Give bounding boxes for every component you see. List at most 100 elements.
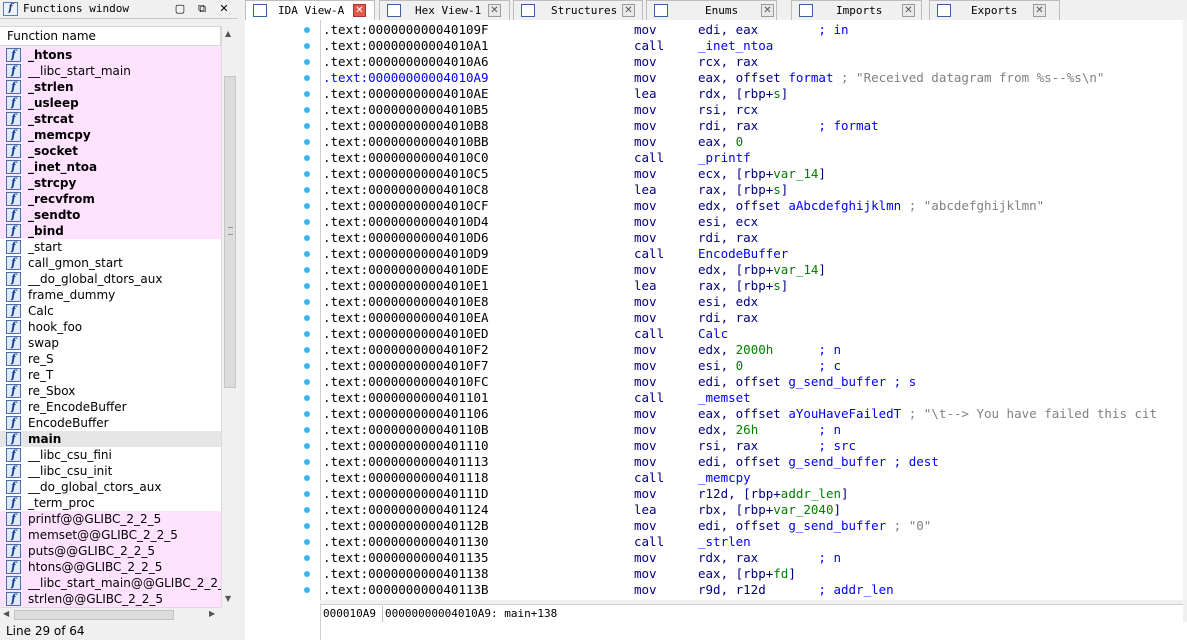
breakpoint-dot-icon[interactable] <box>304 507 310 513</box>
code-line[interactable]: .text:0000000000401118 call _memcpy <box>323 470 1183 486</box>
close-icon[interactable]: ✕ <box>216 1 232 17</box>
disassembly-listing[interactable]: .text:000000000040109F mov edi, eax ; in .t… <box>320 20 1183 600</box>
close-tab-icon[interactable]: ✕ <box>761 4 774 17</box>
function-list-item[interactable]: f swap <box>0 335 221 351</box>
breakpoint-dot-icon[interactable] <box>304 427 310 433</box>
code-line[interactable]: .text:00000000004010D6 mov rdi, rax <box>323 230 1183 246</box>
hscroll-thumb[interactable] <box>14 610 174 620</box>
code-line[interactable]: .text:0000000000401106 mov eax, offset aYo… <box>323 406 1183 422</box>
breakpoint-dot-icon[interactable] <box>304 347 310 353</box>
breakpoint-dot-icon[interactable] <box>304 203 310 209</box>
function-list-item[interactable]: f _term_proc <box>0 495 221 511</box>
function-list-item[interactable]: f _strcat <box>0 111 221 127</box>
code-operand-part[interactable]: aYouHaveFailedT <box>788 406 901 421</box>
function-list-item[interactable]: f __libc_csu_init <box>0 463 221 479</box>
breakpoint-dot-icon[interactable] <box>304 395 310 401</box>
code-operand-part[interactable]: g_send_buffer <box>788 518 886 533</box>
code-operand-part[interactable]: g_send_buffer <box>788 374 886 389</box>
breakpoint-dot-icon[interactable] <box>304 139 310 145</box>
scroll-thumb[interactable] <box>224 76 236 388</box>
breakpoint-dot-icon[interactable] <box>304 123 310 129</box>
code-operand-part[interactable]: _memset <box>698 390 751 405</box>
functions-list[interactable]: f _htons f __libc_start_main f _strlen f _uslee… <box>0 47 221 607</box>
function-list-item[interactable]: f strlen@@GLIBC_2_2_5 <box>0 591 221 607</box>
function-list-item[interactable]: f main <box>0 431 221 447</box>
code-line[interactable]: .text:00000000004010F7 mov esi, 0 ; c <box>323 358 1183 374</box>
breakpoint-dot-icon[interactable] <box>304 219 310 225</box>
tab-enums[interactable]: Enums ✕ <box>646 0 777 20</box>
code-line[interactable]: .text:0000000000401113 mov edi, offset g_s… <box>323 454 1183 470</box>
code-line[interactable]: .text:00000000004010F2 mov edx, 2000h ; n <box>323 342 1183 358</box>
function-list-item[interactable]: f _inet_ntoa <box>0 159 221 175</box>
minimize-icon[interactable]: ▢ <box>172 1 188 17</box>
scroll-up-icon[interactable]: ▲ <box>225 29 231 38</box>
code-operand-part[interactable]: _printf <box>698 150 751 165</box>
code-operand-part[interactable]: Calc <box>698 326 728 341</box>
function-list-item[interactable]: f Calc <box>0 303 221 319</box>
scroll-right-icon[interactable]: ▶ <box>209 609 215 618</box>
breakpoint-dot-icon[interactable] <box>304 315 310 321</box>
code-line[interactable]: .text:000000000040112B mov edi, offset g_s… <box>323 518 1183 534</box>
code-line[interactable]: .text:00000000004010B5 mov rsi, rcx <box>323 102 1183 118</box>
function-name-column-header[interactable]: Function name <box>0 26 221 46</box>
close-tab-icon[interactable]: ✕ <box>1033 4 1046 17</box>
breakpoint-dot-icon[interactable] <box>304 555 310 561</box>
code-line[interactable]: .text:00000000004010BB mov eax, 0 <box>323 134 1183 150</box>
function-list-item[interactable]: f _start <box>0 239 221 255</box>
code-line[interactable]: .text:00000000004010A1 call _inet_ntoa <box>323 38 1183 54</box>
close-tab-icon[interactable]: ✕ <box>488 4 501 17</box>
code-line[interactable]: .text:0000000000401130 call _strlen <box>323 534 1183 550</box>
breakpoint-dot-icon[interactable] <box>304 523 310 529</box>
breakpoint-dot-icon[interactable] <box>304 251 310 257</box>
function-list-item[interactable]: f _strcpy <box>0 175 221 191</box>
code-line[interactable]: .text:0000000000401110 mov rsi, rax ; src <box>323 438 1183 454</box>
code-line[interactable]: .text:00000000004010CF mov edx, offset aAb… <box>323 198 1183 214</box>
breakpoint-dot-icon[interactable] <box>304 283 310 289</box>
code-operand-part[interactable]: _strlen <box>698 534 751 549</box>
code-line[interactable]: .text:000000000040110B mov edx, 26h ; n <box>323 422 1183 438</box>
listing-horizontal-scrollbar[interactable] <box>320 622 1187 640</box>
listing-vertical-scrollbar[interactable] <box>1183 20 1187 600</box>
breakpoint-dot-icon[interactable] <box>304 539 310 545</box>
breakpoint-dot-icon[interactable] <box>304 171 310 177</box>
code-line[interactable]: .text:00000000004010A9 mov eax, offset for… <box>323 70 1183 86</box>
function-list-item[interactable]: f re_S <box>0 351 221 367</box>
code-line[interactable]: .text:0000000000401135 mov rdx, rax ; n <box>323 550 1183 566</box>
code-line[interactable]: .text:00000000004010A6 mov rcx, rax <box>323 54 1183 70</box>
function-list-item[interactable]: f re_EncodeBuffer <box>0 399 221 415</box>
code-line[interactable]: .text:0000000000401124 lea rbx, [rbp+var_2… <box>323 502 1183 518</box>
breakpoint-dot-icon[interactable] <box>304 363 310 369</box>
function-list-item[interactable]: f EncodeBuffer <box>0 415 221 431</box>
function-list-item[interactable]: f re_Sbox <box>0 383 221 399</box>
function-list-item[interactable]: f __do_global_dtors_aux <box>0 271 221 287</box>
code-line[interactable]: .text:00000000004010C5 mov ecx, [rbp+var_1… <box>323 166 1183 182</box>
code-line[interactable]: .text:00000000004010C8 lea rax, [rbp+s] <box>323 182 1183 198</box>
function-list-item[interactable]: f _strlen <box>0 79 221 95</box>
code-line[interactable]: .text:000000000040113B mov r9d, r12d ; add… <box>323 582 1183 598</box>
breakpoint-dot-icon[interactable] <box>304 331 310 337</box>
tab-exports[interactable]: Exports ✕ <box>929 0 1060 20</box>
function-list-item[interactable]: f _bind <box>0 223 221 239</box>
code-line[interactable]: .text:00000000004010E8 mov esi, edx <box>323 294 1183 310</box>
function-list-item[interactable]: f _recvfrom <box>0 191 221 207</box>
close-tab-icon[interactable]: ✕ <box>902 4 915 17</box>
code-operand-part[interactable]: _memcpy <box>698 470 751 485</box>
code-operand-part[interactable]: format <box>788 70 833 85</box>
code-line[interactable]: .text:00000000004010E1 lea rax, [rbp+s] <box>323 278 1183 294</box>
code-operand-part[interactable]: EncodeBuffer <box>698 246 788 261</box>
code-operand-part[interactable]: _inet_ntoa <box>698 38 773 53</box>
function-list-item[interactable]: f __libc_start_main@@GLIBC_2_2_5 <box>0 575 221 591</box>
breakpoint-dot-icon[interactable] <box>304 187 310 193</box>
function-list-item[interactable]: f _usleep <box>0 95 221 111</box>
code-line[interactable]: .text:000000000040109F mov edi, eax ; in <box>323 22 1183 38</box>
function-list-item[interactable]: f printf@@GLIBC_2_2_5 <box>0 511 221 527</box>
breakpoint-dot-icon[interactable] <box>304 59 310 65</box>
functions-vertical-scrollbar[interactable]: ▲ ▼ <box>221 26 238 607</box>
breakpoint-dot-icon[interactable] <box>304 299 310 305</box>
function-list-item[interactable]: f re_T <box>0 367 221 383</box>
code-line[interactable]: .text:00000000004010B8 mov rdi, rax ; form… <box>323 118 1183 134</box>
close-tab-icon[interactable]: ✕ <box>622 4 635 17</box>
close-tab-icon[interactable]: ✕ <box>353 4 366 17</box>
scroll-down-icon[interactable]: ▼ <box>225 594 231 603</box>
breakpoint-dot-icon[interactable] <box>304 475 310 481</box>
